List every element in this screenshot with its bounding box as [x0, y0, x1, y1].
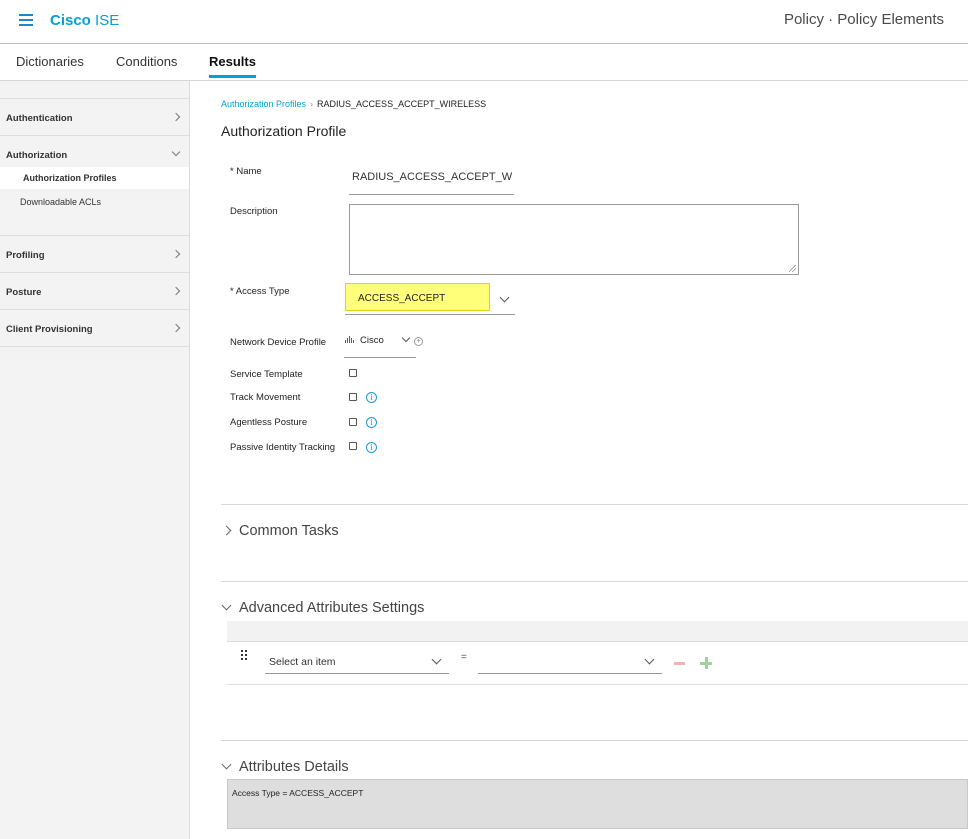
section-title: Attributes Details: [239, 759, 349, 775]
menu-icon[interactable]: [19, 14, 33, 26]
brand-logo[interactable]: Cisco ISE: [50, 12, 119, 29]
track-movement-label: Track Movement: [230, 392, 301, 403]
description-label: Description: [230, 206, 278, 217]
drag-handle-icon[interactable]: [241, 650, 249, 662]
sidebar-subitem-label: Downloadable ACLs: [20, 197, 102, 207]
chevron-down-icon: [401, 333, 411, 343]
chevron-down-icon: [221, 600, 232, 611]
info-icon[interactable]: i: [366, 392, 377, 403]
chevron-down-icon: [221, 759, 232, 770]
tab-results[interactable]: Results: [209, 54, 256, 78]
attribute-row: Select an item =: [227, 641, 968, 685]
brand-product: ISE: [95, 12, 120, 29]
chevron-right-icon: [171, 112, 181, 122]
attribute-value-select[interactable]: [478, 652, 662, 674]
access-type-value: ACCESS_ACCEPT: [358, 293, 446, 304]
breadcrumb-separator-icon: ›: [310, 99, 314, 109]
sidebar-item-label: Authentication: [6, 113, 73, 124]
agentless-posture-checkbox[interactable]: [349, 418, 357, 426]
service-template-label: Service Template: [230, 369, 303, 380]
name-label: * Name: [230, 166, 262, 177]
passive-identity-checkbox[interactable]: [349, 442, 357, 450]
name-field[interactable]: RADIUS_ACCESS_ACCEPT_W: [349, 163, 514, 195]
divider: [221, 740, 968, 741]
add-circle-icon[interactable]: +: [414, 337, 423, 346]
network-device-profile-select[interactable]: Cisco: [344, 333, 416, 358]
passive-identity-label: Passive Identity Tracking: [230, 442, 336, 453]
sidebar-item-downloadable-acls[interactable]: Downloadable ACLs: [0, 191, 189, 213]
sidebar-item-posture[interactable]: Posture: [0, 272, 189, 309]
page-heading: Policy · Policy Elements: [783, 11, 944, 28]
chevron-down-icon: [171, 147, 181, 157]
attributes-details-toggle[interactable]: Attributes Details: [221, 759, 349, 775]
track-movement-checkbox[interactable]: [349, 393, 357, 401]
sidebar-item-authorization[interactable]: Authorization Authorization Profiles Dow…: [0, 135, 189, 235]
sidebar-item-authentication[interactable]: Authentication: [0, 98, 189, 135]
attribute-table-header: [227, 621, 968, 641]
sidebar-item-client-provisioning[interactable]: Client Provisioning: [0, 309, 189, 347]
operator-label: =: [461, 652, 467, 663]
tab-bar: Dictionaries Conditions Results: [0, 44, 968, 81]
section-title: Common Tasks: [239, 523, 339, 539]
sidebar-item-authorization-profiles[interactable]: Authorization Profiles: [0, 167, 189, 189]
name-field-value: RADIUS_ACCESS_ACCEPT_W: [352, 171, 513, 183]
chevron-down-icon: [431, 654, 442, 665]
agentless-posture-label: Agentless Posture: [230, 417, 308, 428]
main-content: Authorization Profiles › RADIUS_ACCESS_ACC…: [190, 81, 968, 839]
access-type-select[interactable]: ACCESS_ACCEPT: [345, 283, 515, 315]
info-icon[interactable]: i: [366, 417, 377, 428]
ndp-label: Network Device Profile: [230, 337, 327, 348]
chevron-down-icon: [499, 292, 510, 303]
chevron-down-icon: [644, 654, 655, 665]
ndp-value: Cisco: [360, 335, 384, 346]
add-row-icon[interactable]: [700, 657, 712, 669]
top-header: Cisco ISE Policy · Policy Elements: [0, 0, 968, 44]
attributes-details-box: Access Type = ACCESS_ACCEPT: [227, 779, 968, 829]
chevron-right-icon: [171, 249, 181, 259]
chevron-right-icon: [171, 323, 181, 333]
info-icon[interactable]: i: [366, 442, 377, 453]
service-template-checkbox[interactable]: [349, 369, 357, 377]
sidebar-item-label: Posture: [6, 287, 42, 298]
common-tasks-toggle[interactable]: Common Tasks: [221, 523, 339, 539]
sidebar-item-label: Profiling: [6, 250, 45, 261]
advanced-attributes-toggle[interactable]: Advanced Attributes Settings: [221, 600, 424, 616]
breadcrumb: Authorization Profiles › RADIUS_ACCESS_ACC…: [221, 99, 486, 109]
sidebar-subitem-label: Authorization Profiles: [23, 173, 117, 183]
breadcrumb-parent-link[interactable]: Authorization Profiles: [221, 99, 306, 109]
cisco-logo-icon: [345, 336, 357, 346]
brand-name: Cisco: [50, 12, 91, 29]
page-title: Authorization Profile: [221, 123, 347, 139]
breadcrumb-current: RADIUS_ACCESS_ACCEPT_WIRELESS: [317, 99, 487, 109]
chevron-right-icon: [171, 286, 181, 296]
description-field[interactable]: [349, 204, 799, 275]
sidebar-item-profiling[interactable]: Profiling: [0, 235, 189, 272]
remove-row-icon[interactable]: [674, 662, 685, 665]
section-title: Advanced Attributes Settings: [239, 600, 425, 616]
sidebar: Authentication Authorization Authorizati…: [0, 81, 190, 839]
chevron-right-icon: [221, 525, 232, 536]
divider: [221, 504, 968, 505]
divider: [221, 581, 968, 582]
sidebar-item-label: Authorization: [6, 150, 68, 161]
attribute-select[interactable]: Select an item: [265, 652, 449, 674]
sidebar-item-label: Client Provisioning: [6, 324, 93, 335]
access-type-label: * Access Type: [230, 286, 290, 297]
resize-handle-icon[interactable]: [789, 265, 796, 272]
attributes-details-text: Access Type = ACCESS_ACCEPT: [232, 788, 364, 798]
attribute-select-value: Select an item: [269, 656, 336, 668]
tab-conditions[interactable]: Conditions: [116, 54, 177, 69]
tab-dictionaries[interactable]: Dictionaries: [16, 54, 84, 69]
